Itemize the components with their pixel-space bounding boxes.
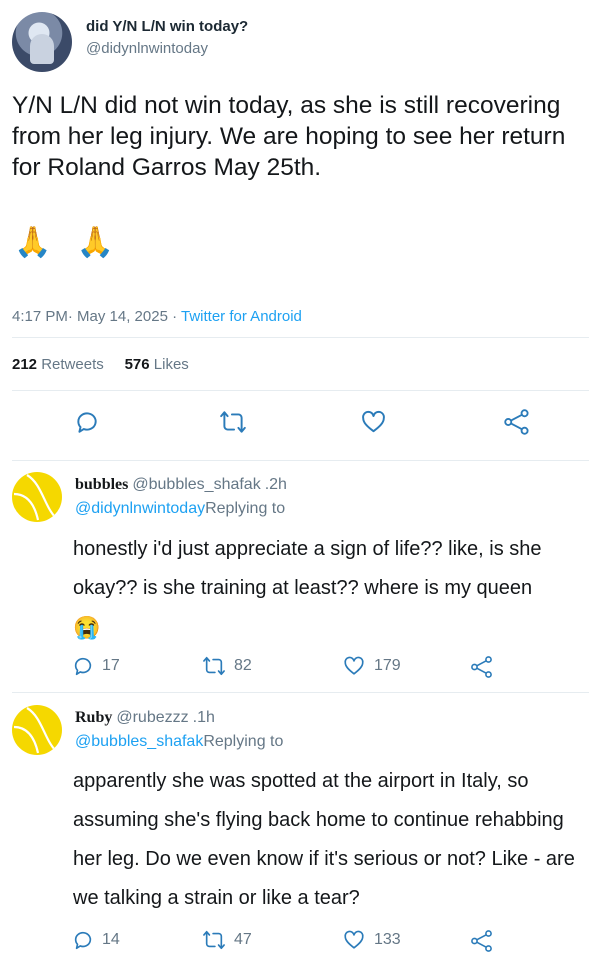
reply-author[interactable]: Ruby @rubezzz .1h: [75, 709, 215, 727]
share-button[interactable]: [470, 655, 494, 679]
share-button[interactable]: [470, 929, 494, 953]
tweet-text: Y/N L/N did not win today, as she is sti…: [12, 92, 566, 181]
like-button[interactable]: [356, 405, 390, 439]
reply-author[interactable]: bubbles @bubbles_shafak .2h: [75, 476, 287, 494]
divider: [12, 390, 589, 391]
retweets-count: 212: [12, 356, 38, 373]
replying-label: Replying to: [203, 733, 284, 750]
tennis-ball-avatar[interactable]: [12, 705, 62, 755]
reply-action-bar: 17 82 179: [72, 655, 512, 681]
reply-button[interactable]: [70, 405, 104, 439]
reply-handle: @bubbles_shafak: [132, 476, 261, 493]
reply-text: apparently she was spotted at the airpor…: [73, 770, 575, 909]
like-icon: [344, 656, 364, 675]
likes-stat[interactable]: 576 Likes: [125, 356, 189, 373]
like-button[interactable]: 133: [342, 929, 401, 951]
reply-handle: @rubezzz: [116, 709, 189, 726]
retweets-label: Retweets: [41, 356, 104, 373]
avatar[interactable]: [12, 12, 72, 72]
reply-button[interactable]: 14: [72, 929, 120, 951]
tweet-action-bar: [0, 405, 601, 445]
reply-time: .1h: [192, 709, 215, 726]
tweet-timestamp[interactable]: 4:17 PM· May 14, 2025 ·: [12, 308, 177, 325]
share-icon: [504, 409, 529, 435]
mention-link[interactable]: @bubbles_shafak: [75, 733, 203, 750]
share-icon: [471, 930, 492, 952]
retweet-count: 47: [234, 931, 252, 948]
like-count: 179: [374, 657, 401, 674]
like-button[interactable]: 179: [342, 655, 401, 677]
reply-display-name: Ruby: [75, 709, 113, 726]
prayer-emoji: 🙏 🙏: [14, 225, 123, 260]
divider: [12, 460, 589, 461]
retweet-icon: [203, 656, 225, 676]
reply-tweet: bubbles @bubbles_shafak .2h @didynlnwint…: [12, 472, 592, 692]
retweet-icon: [220, 411, 246, 433]
reply-tweet: Ruby @rubezzz .1h @bubbles_shafakReplyin…: [12, 705, 592, 955]
divider: [12, 337, 589, 338]
tennis-ball-avatar[interactable]: [12, 472, 62, 522]
tweet-stats: 212 Retweets 576 Likes: [12, 356, 189, 373]
likes-count: 576: [124, 356, 150, 373]
reply-text: honestly i'd just appreciate a sign of l…: [73, 530, 595, 649]
share-icon: [471, 656, 492, 678]
retweets-stat[interactable]: 212 Retweets: [12, 356, 104, 373]
retweet-icon: [203, 930, 225, 950]
tweet-source-link[interactable]: Twitter for Android: [181, 308, 302, 325]
reply-button[interactable]: 17: [72, 655, 120, 677]
replying-label: Replying to: [205, 500, 286, 517]
share-button[interactable]: [500, 405, 534, 439]
like-count: 133: [374, 931, 401, 948]
reply-body: honestly i'd just appreciate a sign of l…: [73, 538, 542, 599]
user-handle[interactable]: @didynlnwintoday: [86, 40, 208, 57]
reply-count: 17: [102, 657, 120, 674]
like-icon: [344, 930, 364, 949]
reply-count: 14: [102, 931, 120, 948]
like-icon: [361, 410, 385, 433]
reply-icon: [74, 931, 92, 950]
tennis-ball-icon: [13, 707, 57, 754]
tweet-header: did Y/N L/N win today? @didynlnwintoday: [12, 12, 592, 74]
tennis-ball-icon: [13, 474, 57, 521]
retweet-button[interactable]: 82: [202, 655, 252, 677]
reply-icon: [77, 412, 97, 433]
crying-emoji: 😭: [73, 615, 101, 640]
divider: [12, 692, 589, 693]
mention-link[interactable]: @didynlnwintoday: [75, 500, 205, 517]
retweet-count: 82: [234, 657, 252, 674]
reply-action-bar: 14 47 133: [72, 929, 512, 955]
reply-display-name: bubbles: [75, 476, 129, 493]
likes-label: Likes: [153, 356, 189, 373]
tweet-meta: 4:17 PM· May 14, 2025 · Twitter for Andr…: [12, 308, 302, 325]
retweet-button[interactable]: [216, 405, 250, 439]
replying-to: @didynlnwintodayReplying to: [75, 500, 285, 518]
display-name[interactable]: did Y/N L/N win today?: [86, 18, 248, 35]
reply-time: .2h: [264, 476, 287, 493]
replying-to: @bubbles_shafakReplying to: [75, 733, 283, 751]
reply-icon: [74, 657, 92, 676]
retweet-button[interactable]: 47: [202, 929, 252, 951]
